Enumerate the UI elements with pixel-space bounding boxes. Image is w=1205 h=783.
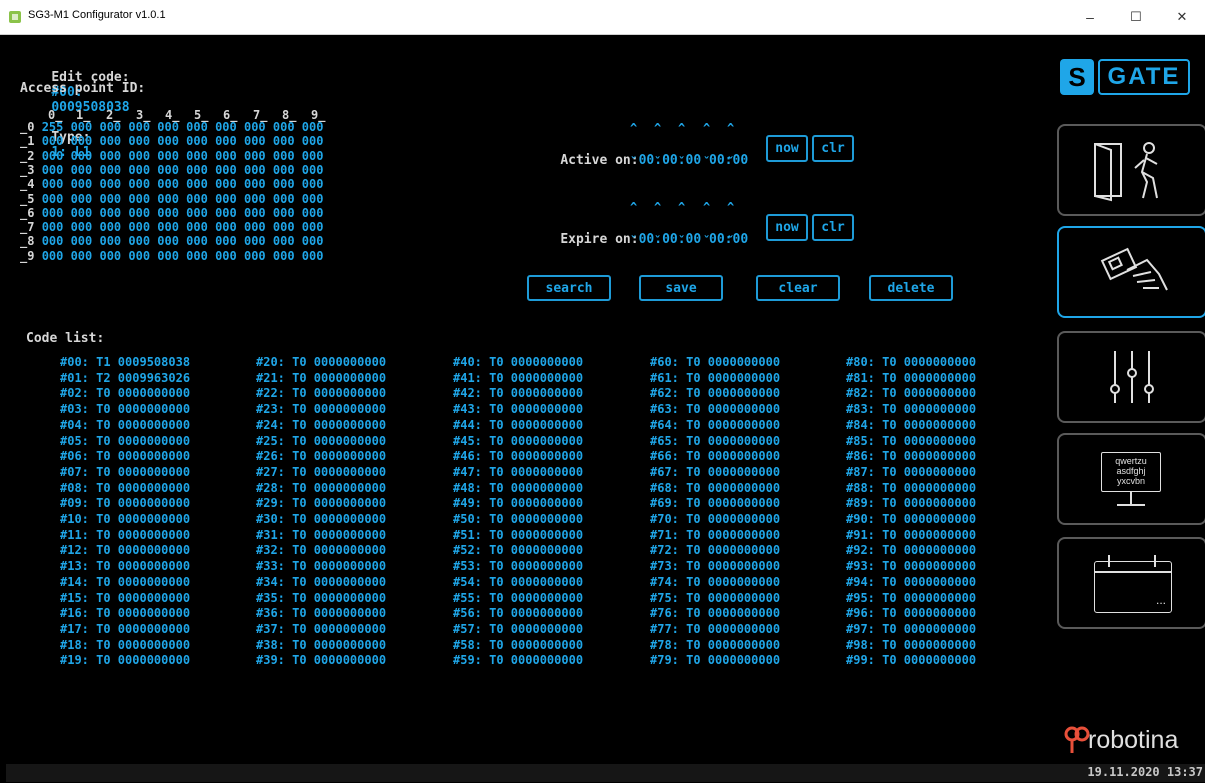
robotina-mark-icon: [1064, 726, 1090, 753]
access-grid-cells[interactable]: 000 000 000 000 000 000 000 000 000 000: [42, 134, 324, 148]
delete-button[interactable]: delete: [869, 275, 953, 301]
minimize-button[interactable]: –: [1067, 0, 1113, 34]
nav-calendar[interactable]: ...: [1057, 537, 1205, 629]
active-now-button[interactable]: now: [766, 135, 808, 162]
datetime: 19.11.2020 13:37: [1087, 765, 1203, 779]
calendar-icon: ...: [1090, 551, 1174, 615]
nav-cards[interactable]: [1057, 226, 1205, 318]
access-grid-row-index: _4: [20, 177, 35, 192]
access-grid-cells[interactable]: 000 000 000 000 000 000 000 000 000 000: [42, 149, 324, 163]
keyboard-line-1: qwertzu: [1115, 456, 1147, 466]
decrement-arrow[interactable]: ˇ: [727, 234, 734, 248]
door-person-icon: [1094, 142, 1158, 202]
access-grid-row[interactable]: _4 000 000 000 000 000 000 000 000 000 0…: [20, 178, 323, 190]
increment-arrow[interactable]: ^: [727, 200, 734, 214]
decrement-arrow[interactable]: ˇ: [654, 234, 661, 248]
access-grid-row-index: _1: [20, 134, 35, 149]
nav-settings[interactable]: [1057, 331, 1205, 423]
expire-on-row: Expire on:00.00.00 00:00: [529, 217, 748, 262]
code-list-column-1[interactable]: #20: T0 0000000000 #21: T0 0000000000 #2…: [256, 355, 386, 669]
expire-now-button[interactable]: now: [766, 214, 808, 241]
card-hand-icon: [1100, 247, 1168, 291]
keyboard-line-2: asdfghj: [1116, 466, 1146, 476]
access-grid-row[interactable]: _2 000 000 000 000 000 000 000 000 000 0…: [20, 150, 323, 162]
clear-button[interactable]: clear: [756, 275, 840, 301]
increment-arrow[interactable]: ^: [703, 200, 710, 214]
access-grid-row-index: _5: [20, 191, 35, 206]
access-grid-row[interactable]: _0 255 000 000 000 000 000 000 000 000 0…: [20, 121, 323, 133]
access-grid-cells[interactable]: 000 000 000 000 000 000 000 000 000 000: [42, 206, 324, 220]
decrement-arrow[interactable]: ˇ: [630, 155, 637, 169]
increment-arrow[interactable]: ^: [630, 200, 637, 214]
decrement-arrow[interactable]: ˇ: [630, 234, 637, 248]
decrement-arrow[interactable]: ˇ: [703, 155, 710, 169]
keyboard-line-3: yxcvbn: [1116, 476, 1145, 486]
access-grid-row-index: _8: [20, 234, 35, 249]
access-grid-cells[interactable]: 000 000 000 000 000 000 000 000 000 000: [42, 177, 324, 191]
robotina-text: robotina: [1088, 726, 1179, 754]
code-list-column-2[interactable]: #40: T0 0000000000 #41: T0 0000000000 #4…: [453, 355, 583, 669]
decrement-arrow[interactable]: ˇ: [678, 234, 685, 248]
increment-arrow[interactable]: ^: [630, 121, 637, 135]
access-grid-row[interactable]: _6 000 000 000 000 000 000 000 000 000 0…: [20, 207, 323, 219]
close-button[interactable]: ✕: [1159, 0, 1205, 34]
increment-arrow[interactable]: ^: [678, 200, 685, 214]
access-grid-row-index: _0: [20, 120, 35, 134]
active-on-label: Active on:: [560, 153, 639, 168]
keyboard-icon: qwertzu asdfghj yxcvbn: [1097, 444, 1167, 514]
expire-clr-button[interactable]: clr: [812, 214, 854, 241]
access-grid-row[interactable]: _7 000 000 000 000 000 000 000 000 000 0…: [20, 221, 323, 233]
access-grid-row-index: _6: [20, 205, 35, 220]
sgate-logo: S GATE: [1060, 59, 1190, 99]
logo-s: S: [1060, 59, 1094, 95]
access-grid-cells[interactable]: 000 000 000 000 000 000 000 000 000 000: [42, 220, 324, 234]
access-grid-cells[interactable]: 000 000 000 000 000 000 000 000 000 000: [42, 163, 324, 177]
access-grid-row-index: _2: [20, 148, 35, 163]
access-grid-row-index: _7: [20, 220, 35, 235]
robotina-logo: robotina: [1064, 723, 1178, 759]
code-list-column-0[interactable]: #00: T1 0009508038 #01: T2 0009963026 #0…: [60, 355, 190, 669]
access-grid-row-index: _9: [20, 248, 35, 263]
access-grid-row[interactable]: _9 000 000 000 000 000 000 000 000 000 0…: [20, 250, 323, 262]
decrement-arrow[interactable]: ˇ: [727, 155, 734, 169]
access-grid-cells[interactable]: 255 000 000 000 000 000 000 000 000 000: [42, 120, 324, 134]
active-clr-button[interactable]: clr: [812, 135, 854, 162]
sliders-icon: [1110, 351, 1154, 403]
code-list-column-3[interactable]: #60: T0 0000000000 #61: T0 0000000000 #6…: [650, 355, 780, 669]
window-titlebar: SG3-M1 Configurator v1.0.1 – ☐ ✕: [0, 0, 1205, 35]
access-grid-cells[interactable]: 000 000 000 000 000 000 000 000 000 000: [42, 234, 324, 248]
maximize-button[interactable]: ☐: [1113, 0, 1159, 34]
status-bar: 19.11.2020 13:37: [6, 764, 1205, 782]
access-grid-row-index: _3: [20, 162, 35, 177]
active-on-row: Active on:00.00.00 00:00: [529, 138, 748, 183]
increment-arrow[interactable]: ^: [727, 121, 734, 135]
decrement-arrow[interactable]: ˇ: [654, 155, 661, 169]
save-button[interactable]: save: [639, 275, 723, 301]
increment-arrow[interactable]: ^: [678, 121, 685, 135]
access-grid-row[interactable]: _5 000 000 000 000 000 000 000 000 000 0…: [20, 193, 323, 205]
code-list-label: Code list:: [26, 331, 105, 346]
code-list-column-4[interactable]: #80: T0 0000000000 #81: T0 0000000000 #8…: [846, 355, 976, 669]
app-icon: [9, 11, 21, 23]
expire-on-label: Expire on:: [560, 232, 639, 247]
decrement-arrow[interactable]: ˇ: [703, 234, 710, 248]
window-title: SG3-M1 Configurator v1.0.1: [28, 9, 166, 21]
access-grid-row[interactable]: _8 000 000 000 000 000 000 000 000 000 0…: [20, 235, 323, 247]
calendar-dots: ...: [1155, 593, 1166, 607]
nav-keyboard[interactable]: qwertzu asdfghj yxcvbn: [1057, 433, 1205, 525]
access-grid-row[interactable]: _1 000 000 000 000 000 000 000 000 000 0…: [20, 135, 323, 147]
increment-arrow[interactable]: ^: [654, 121, 661, 135]
logo-gate: GATE: [1098, 59, 1190, 95]
access-grid-row[interactable]: _3 000 000 000 000 000 000 000 000 000 0…: [20, 164, 323, 176]
access-grid-cells[interactable]: 000 000 000 000 000 000 000 000 000 000: [42, 192, 324, 206]
access-grid-cells[interactable]: 000 000 000 000 000 000 000 000 000 000: [42, 249, 324, 263]
increment-arrow[interactable]: ^: [654, 200, 661, 214]
decrement-arrow[interactable]: ˇ: [678, 155, 685, 169]
nav-door-access[interactable]: [1057, 124, 1205, 216]
increment-arrow[interactable]: ^: [703, 121, 710, 135]
app-main: Edit code: #00: 0009508038 Type: 1: L1 A…: [6, 35, 1205, 782]
search-button[interactable]: search: [527, 275, 611, 301]
access-point-label: Access point ID:: [20, 81, 146, 96]
